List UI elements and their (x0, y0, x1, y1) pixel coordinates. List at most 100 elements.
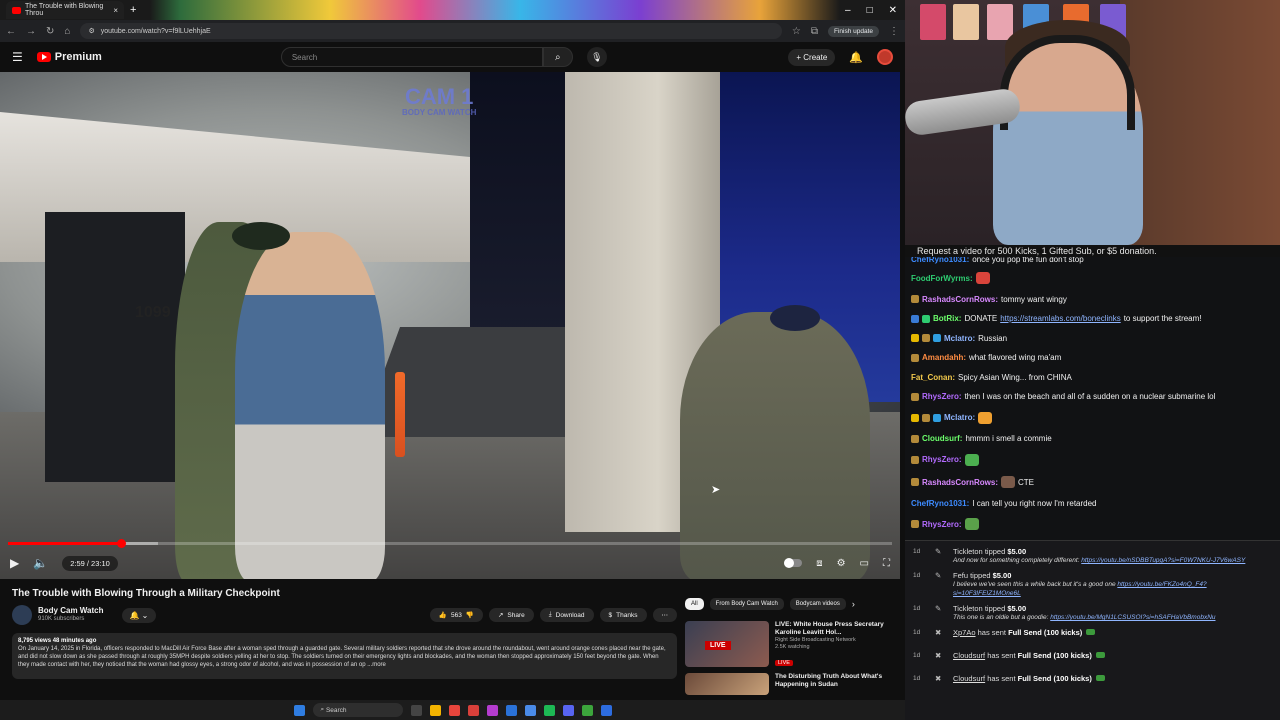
bookmark-star-icon[interactable]: ☆ (792, 26, 801, 37)
app-icon[interactable] (600, 704, 612, 716)
event-message-link[interactable]: https://youtu.be/MgN1LCSUSOI?si=hSAFHaVb… (1050, 614, 1215, 621)
download-button[interactable]: ⤓ Download (539, 608, 594, 622)
reload-icon[interactable]: ↻ (46, 26, 54, 37)
voice-search-button[interactable]: 🎙 (586, 47, 607, 67)
recommendation-item[interactable]: LIVE LIVE: White House Press Secretary K… (685, 621, 890, 669)
fullscreen-icon[interactable]: ⛶ (883, 558, 890, 569)
channel-watermark: CAM 1 BODY CAM WATCH (402, 86, 477, 118)
app-icon[interactable] (581, 704, 593, 716)
channel-name[interactable]: Body Cam Watch (38, 606, 104, 615)
spotify-icon[interactable] (543, 704, 555, 716)
event-user[interactable]: Tickleton (953, 547, 983, 556)
miniplayer-icon[interactable]: ▭ (860, 558, 869, 569)
event-user[interactable]: Xp7Ao (953, 628, 976, 637)
recommendation-title[interactable]: LIVE: White House Press Secretary Karoli… (775, 621, 890, 637)
more-actions-button[interactable]: ⋯ (652, 608, 677, 622)
file-explorer-icon[interactable] (429, 704, 441, 716)
watermark-sub: BODY CAM WATCH (402, 108, 477, 117)
settings-gear-icon[interactable]: ⚙ (837, 558, 846, 569)
chat-username[interactable]: BotRix: (933, 314, 961, 323)
chat-text: once you pop the fun don't stop (972, 257, 1084, 264)
event-user[interactable]: Fefu (953, 571, 968, 580)
chat-message: ChefRyno1031: I can tell you right now I'… (911, 499, 1274, 508)
volume-icon[interactable]: 🔈 (33, 556, 48, 570)
youtube-logo[interactable]: Premium (36, 51, 102, 63)
subtitles-icon[interactable]: ⧈ (816, 558, 822, 569)
chat-message: RhysZero: then I was on the beach and all… (911, 392, 1274, 401)
start-menu-icon[interactable] (293, 704, 305, 716)
site-info-icon[interactable]: ⚙ (88, 27, 94, 35)
chat-username[interactable]: Mclatro: (944, 413, 975, 422)
chat-username[interactable]: FoodForWyrms: (911, 274, 973, 283)
channel-avatar[interactable] (12, 605, 32, 625)
back-icon[interactable]: ← (6, 26, 16, 37)
video-player[interactable]: 1099 CAM 1 BODY CAM WATCH ▶ 🔈 2:59 / 23:… (0, 72, 900, 579)
app-icon[interactable] (505, 704, 517, 716)
event-user[interactable]: Cloudsurf (953, 674, 985, 683)
minimize-icon[interactable]: – (845, 5, 851, 16)
home-icon[interactable]: ⌂ (64, 26, 70, 37)
event-user[interactable]: Cloudsurf (953, 651, 985, 660)
taskbar-search[interactable]: ⌕ Search (312, 703, 403, 717)
thumbs-down-icon[interactable]: 👎 (466, 611, 474, 619)
chip-from-channel[interactable]: From Body Cam Watch (709, 598, 784, 610)
forward-icon[interactable]: → (26, 26, 36, 37)
discord-icon[interactable] (562, 704, 574, 716)
chips-next-icon[interactable]: › (852, 599, 855, 609)
chat-username[interactable]: Amandahh: (922, 353, 966, 362)
notifications-bell-icon[interactable]: 🔔 (849, 51, 863, 64)
browser-menu-icon[interactable]: ⋮ (889, 26, 899, 37)
autoplay-toggle[interactable] (784, 558, 803, 568)
recommendation-title[interactable]: The Disturbing Truth About What's Happen… (775, 673, 890, 689)
browser-tab[interactable]: The Trouble with Blowing Throu × (6, 1, 124, 19)
share-button[interactable]: ↗ Share (488, 608, 534, 622)
extensions-icon[interactable]: ⧉ (811, 26, 818, 37)
like-button[interactable]: 👍 563 👎 (429, 608, 483, 622)
thanks-label: Thanks (616, 611, 638, 619)
chat-link[interactable]: https://streamlabs.com/boneclinks (1000, 314, 1121, 323)
app-icon[interactable] (467, 704, 479, 716)
obs-icon[interactable] (486, 704, 498, 716)
event-body: Cloudsurf has sent Full Send (100 kicks) (953, 651, 1105, 660)
search-input[interactable]: Search (280, 47, 543, 67)
new-tab-button[interactable]: + (130, 4, 136, 16)
hamburger-menu-icon[interactable]: ☰ (12, 50, 23, 64)
play-icon[interactable]: ▶ (10, 556, 19, 570)
chat-username[interactable]: Mclatro: (944, 334, 975, 343)
task-view-icon[interactable] (410, 704, 422, 716)
recommendation-thumbnail[interactable] (685, 673, 769, 695)
chat-username[interactable]: Cloudsurf: (922, 434, 962, 443)
chat-username[interactable]: RashadsCornRows: (922, 295, 998, 304)
chip-all[interactable]: All (685, 598, 704, 610)
maximize-icon[interactable]: □ (867, 5, 873, 16)
chat-username[interactable]: Fat_Conan: (911, 373, 955, 382)
youtube-header: ☰ Premium Search ⌕ 🎙 + Create 🔔 (0, 42, 905, 72)
url-field[interactable]: ⚙ youtube.com/watch?v=f9lLUehhjaE (80, 23, 782, 39)
chat-username[interactable]: ChefRyno1031: (911, 257, 969, 264)
thanks-button[interactable]: $ Thanks (599, 608, 647, 622)
subscription-bell-button[interactable]: 🔔 ⌄ (121, 607, 157, 623)
close-window-icon[interactable]: ✕ (889, 5, 897, 16)
finish-update-button[interactable]: Finish update (827, 25, 879, 37)
description-box[interactable]: 8,795 views 48 minutes ago On January 14… (12, 633, 677, 679)
youtube-play-logo-icon (36, 52, 51, 62)
progress-bar[interactable] (8, 539, 892, 548)
chat-username[interactable]: RhysZero: (922, 392, 962, 401)
chrome-icon[interactable] (448, 704, 460, 716)
chat-username[interactable]: RashadsCornRows: (922, 478, 998, 487)
event-message-link[interactable]: https://youtu.be/nSDBBTupgA?si=F0W7NKU-J… (1081, 557, 1245, 564)
create-button[interactable]: + Create (788, 48, 836, 66)
recommendation-thumbnail[interactable]: LIVE (685, 621, 769, 667)
account-avatar[interactable] (877, 49, 893, 65)
chip-bodycam-videos[interactable]: Bodycam videos (789, 598, 846, 610)
close-tab-icon[interactable]: × (113, 6, 118, 15)
more-link[interactable]: ...more (367, 662, 386, 668)
chat-username[interactable]: ChefRyno1031: (911, 499, 969, 508)
event-icon: ✎ (935, 547, 942, 556)
chat-username[interactable]: RhysZero: (922, 455, 962, 464)
event-user[interactable]: Tickleton (953, 604, 983, 613)
recommendation-item[interactable]: The Disturbing Truth About What's Happen… (685, 673, 890, 695)
chat-username[interactable]: RhysZero: (922, 520, 962, 529)
app-icon[interactable] (524, 704, 536, 716)
search-button[interactable]: ⌕ (542, 47, 573, 67)
